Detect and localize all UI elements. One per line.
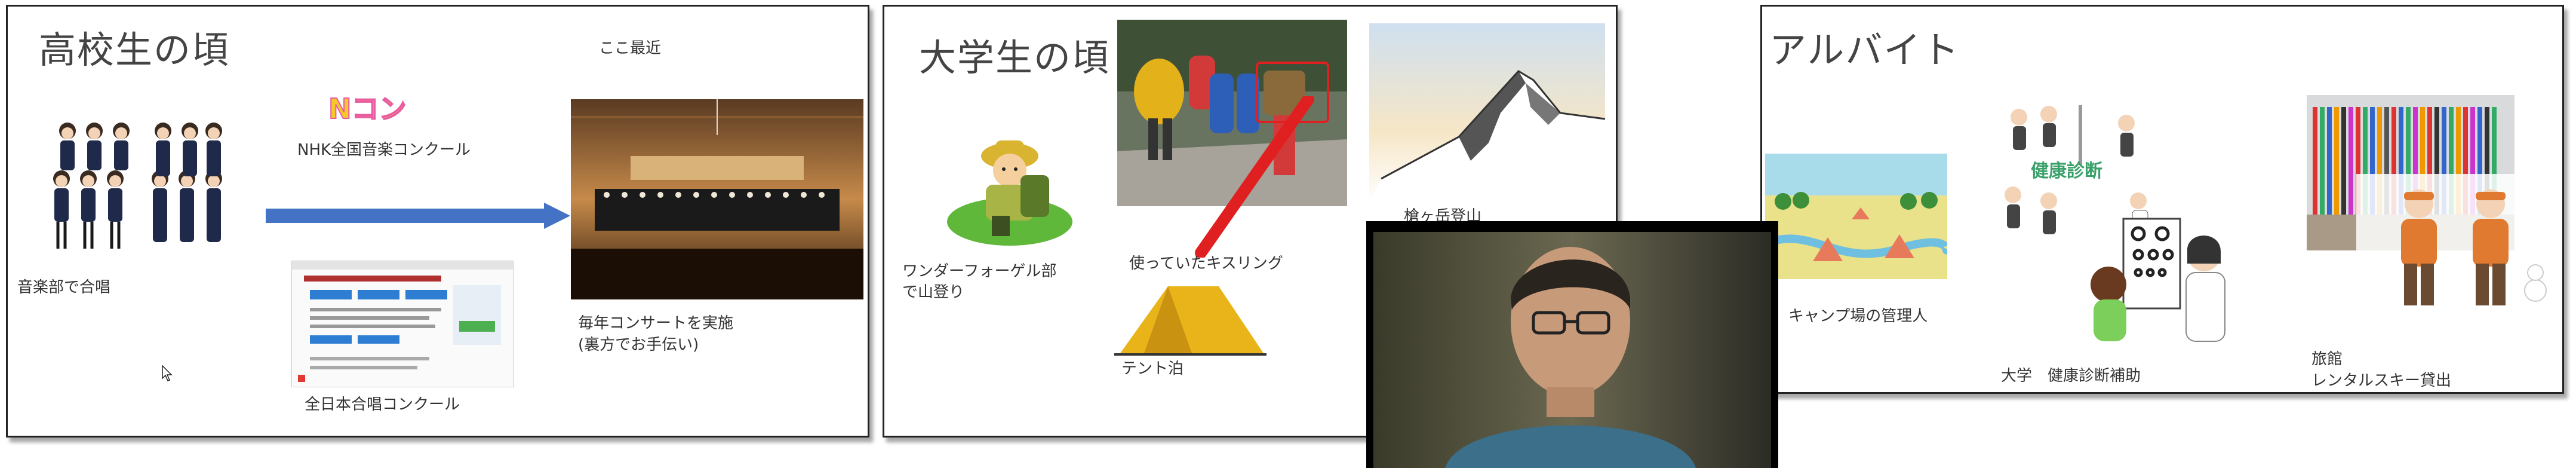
concert-caption-line1: 毎年コンサートを実施 (578, 314, 734, 332)
flow-arrow (266, 203, 570, 229)
health-sign: 健康診断 (2031, 161, 2102, 182)
svg-text:Nコン: Nコン (328, 93, 407, 123)
camp-caption: キャンプ場の管理人 (1788, 307, 1928, 325)
tent-illustration (1114, 280, 1267, 358)
slide-part-time-jobs: アルバイト キャンプ場の管理人 健康診断 大学 健康診断補助 旅館 レンタルスキ… (1760, 5, 2564, 394)
presenter-video-feed (1366, 221, 1778, 468)
tent-caption: テント泊 (1121, 360, 1184, 378)
wandervogel-caption-line2: で山登り (902, 283, 965, 301)
backpack-caption: 使っていたキスリング (1129, 255, 1283, 273)
choir-students-illustration (44, 114, 229, 258)
choir-caption: 音楽部で合唱 (17, 279, 111, 296)
zennihon-caption: 全日本合唱コンクール (305, 396, 460, 414)
eye-exam-illustration (2085, 207, 2240, 344)
ryokan-caption-line2: レンタルスキー貸出 (2311, 372, 2452, 390)
concert-hall-photo (571, 99, 863, 299)
slide-high-school: 高校生の頃 ここ最近 音楽部で合唱 Nコン NHK全国音楽コンクール 毎年コンサ… (6, 5, 869, 438)
campsite-illustration (1765, 154, 1947, 279)
mouse-pointer-icon (162, 365, 174, 382)
wandervogel-caption-line1: ワンダーフォーゲル部 (902, 262, 1057, 280)
concert-caption-line2: (裏方でお手伝い) (578, 336, 699, 354)
ncon-logo: Nコン (327, 93, 411, 123)
backpack-pointer-arrow (1195, 96, 1314, 258)
presenter-video-frame (1373, 232, 1771, 468)
slide-title: 大学生の頃 (919, 36, 1111, 79)
mountain-illustration (1369, 23, 1605, 203)
slide-title: 高校生の頃 (39, 28, 230, 72)
skiers-illustration (2356, 174, 2553, 317)
health-caption: 大学 健康診断補助 (2001, 367, 2141, 385)
zennihon-website-screenshot (291, 261, 514, 387)
recent-label: ここ最近 (599, 39, 662, 57)
slide-title: アルバイト (1769, 28, 1960, 72)
ryokan-caption-line1: 旅館 (2311, 350, 2343, 368)
hiker-illustration (938, 120, 1075, 252)
ncon-caption: NHK全国音楽コンクール (297, 141, 471, 159)
